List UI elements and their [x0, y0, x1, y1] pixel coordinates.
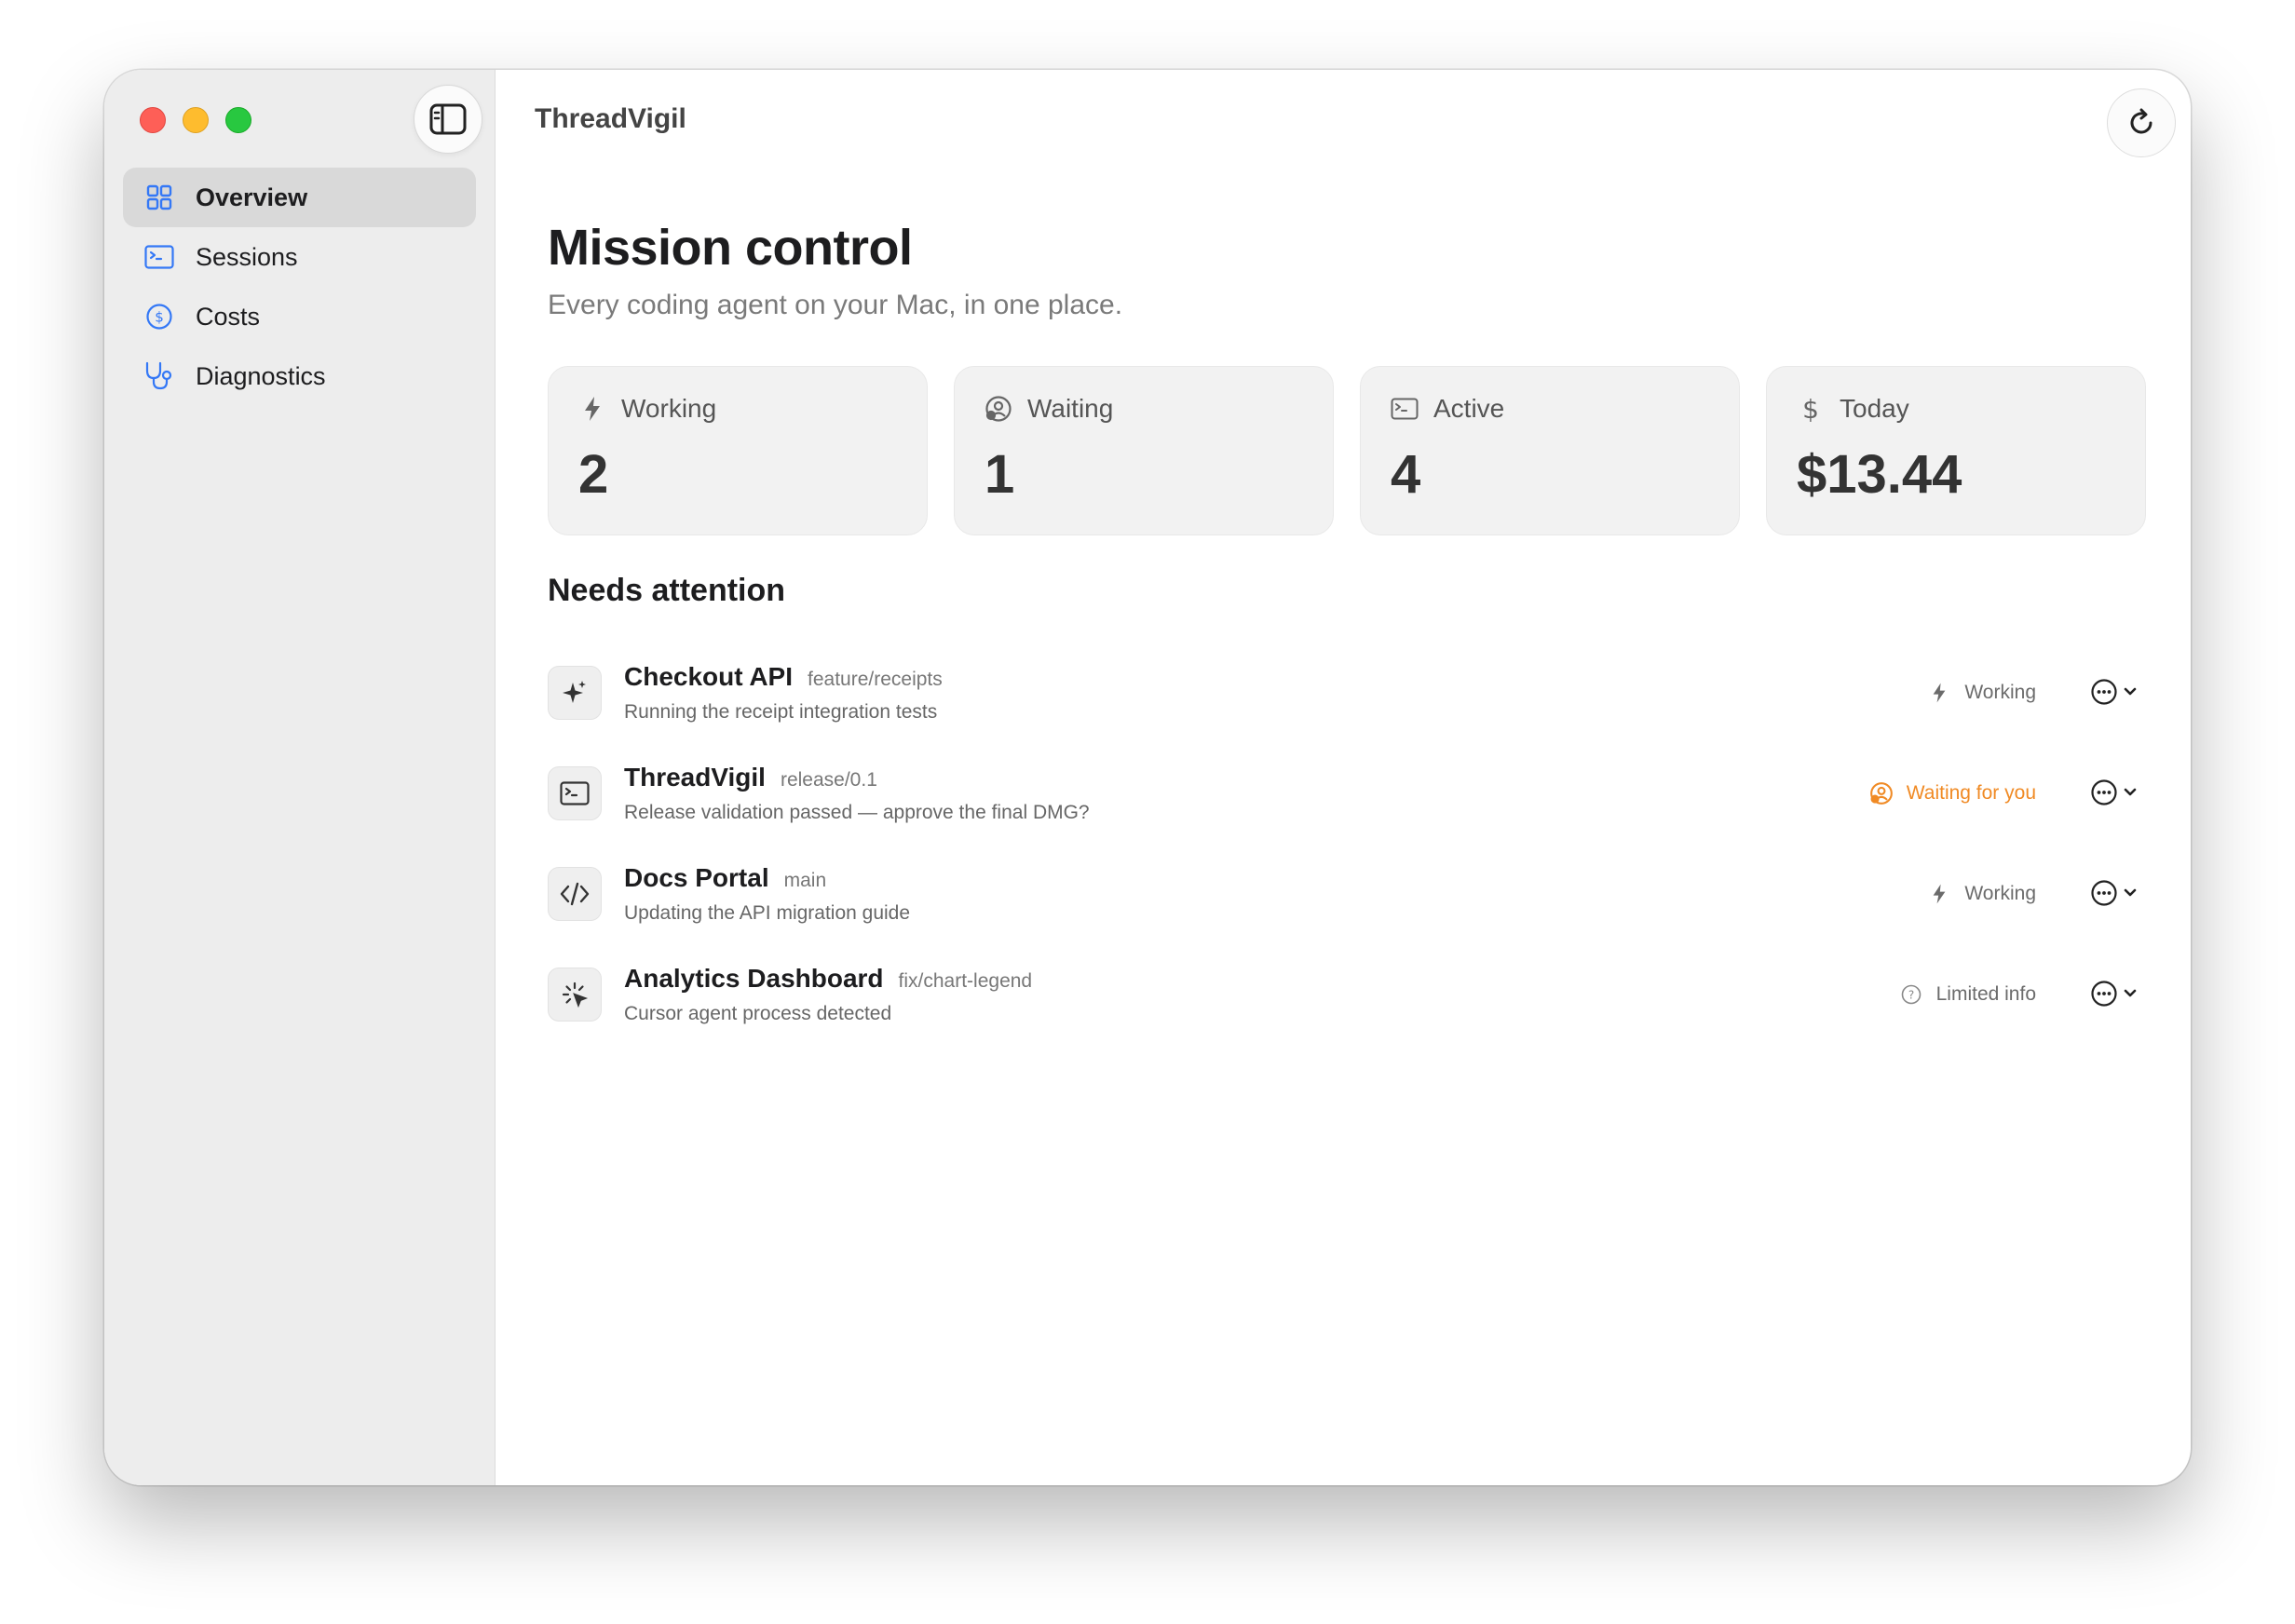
app-title: ThreadVigil: [535, 103, 686, 134]
section-title: Needs attention: [548, 573, 786, 608]
refresh-button[interactable]: [2107, 88, 2176, 157]
sparkle-icon: [548, 666, 602, 720]
chevron-down-icon: [2124, 888, 2137, 897]
more-actions-button[interactable]: [2090, 876, 2139, 910]
item-branch: release/0.1: [780, 769, 877, 791]
bolt-icon: [1927, 882, 1951, 906]
stat-value: 2: [578, 444, 609, 505]
status-label: Working: [1964, 883, 2036, 904]
list-item[interactable]: Checkout API feature/receipts Running th…: [548, 662, 2139, 763]
cursor-click-icon: [548, 968, 602, 1022]
item-name: ThreadVigil: [624, 763, 766, 792]
sidebar-item-costs[interactable]: $ Costs: [123, 287, 476, 346]
person-wait-icon: [1869, 781, 1894, 805]
status-badge: ? Limited info: [1899, 982, 2036, 1007]
dollar-circle-icon: $: [143, 301, 175, 332]
minimize-window-button[interactable]: [183, 107, 209, 133]
list-item[interactable]: Docs Portal main Updating the API migrat…: [548, 863, 2139, 964]
more-actions-button[interactable]: [2090, 977, 2139, 1010]
window-controls: [140, 107, 251, 133]
list-item[interactable]: ThreadVigil release/0.1 Release validati…: [548, 763, 2139, 863]
item-name: Docs Portal: [624, 863, 769, 892]
chevron-down-icon: [2124, 687, 2137, 696]
sidebar-item-label: Sessions: [196, 242, 298, 271]
status-label: Limited info: [1935, 983, 2036, 1005]
stat-label: Active: [1433, 394, 1505, 423]
dollar-icon: $: [1797, 395, 1825, 423]
stat-card-today: $ Today $13.44: [1766, 366, 2146, 535]
terminal-icon: [548, 766, 602, 820]
item-branch: feature/receipts: [808, 669, 943, 690]
status-badge: Working: [1927, 882, 2036, 906]
code-icon: [548, 867, 602, 921]
sidebar-item-label: Overview: [196, 183, 308, 211]
chevron-down-icon: [2124, 788, 2137, 796]
item-branch: main: [783, 870, 827, 891]
page-title: Mission control: [548, 220, 913, 276]
terminal-icon: [143, 241, 175, 273]
item-description: Running the receipt integration tests: [624, 701, 938, 723]
sidebar: Overview Sessions $ Costs Diagnostics: [104, 70, 496, 1485]
svg-text:$: $: [1802, 395, 1819, 423]
more-actions-button[interactable]: [2090, 776, 2139, 809]
sidebar-item-label: Diagnostics: [196, 361, 326, 390]
sidebar-icon: [429, 103, 467, 135]
stats-row: Working 2 Waiting 1 Active 4 $ Today $13…: [548, 366, 2146, 535]
sidebar-toggle-button[interactable]: [414, 85, 482, 154]
sidebar-item-sessions[interactable]: Sessions: [123, 227, 476, 287]
refresh-icon: [2130, 108, 2152, 134]
chevron-down-icon: [2124, 989, 2137, 997]
stat-card-working: Working 2: [548, 366, 928, 535]
status-label: Waiting for you: [1906, 782, 2036, 804]
status-label: Working: [1964, 682, 2036, 703]
stat-card-active: Active 4: [1360, 366, 1740, 535]
sidebar-nav: Overview Sessions $ Costs Diagnostics: [123, 168, 476, 406]
ellipsis-circle-icon: [2091, 880, 2117, 906]
stat-value: $13.44: [1797, 444, 1962, 505]
stat-label: Working: [621, 394, 717, 423]
question-circle-icon: ?: [1899, 982, 1923, 1007]
page-subtitle: Every coding agent on your Mac, in one p…: [548, 290, 1123, 320]
stat-label: Today: [1840, 394, 1909, 423]
status-badge: Working: [1927, 681, 2036, 705]
more-actions-button[interactable]: [2090, 675, 2139, 709]
sidebar-item-diagnostics[interactable]: Diagnostics: [123, 346, 476, 406]
item-description: Updating the API migration guide: [624, 902, 911, 924]
stethoscope-icon: [143, 360, 175, 392]
main-content: ThreadVigil Mission control Every coding…: [496, 70, 2191, 1485]
close-window-button[interactable]: [140, 107, 166, 133]
ellipsis-circle-icon: [2091, 779, 2117, 805]
svg-text:$: $: [155, 309, 164, 326]
bolt-icon: [578, 395, 606, 423]
sidebar-item-label: Costs: [196, 302, 261, 331]
ellipsis-circle-icon: [2091, 679, 2117, 705]
stat-value: 1: [985, 444, 1015, 505]
stat-card-waiting: Waiting 1: [954, 366, 1334, 535]
app-window: Overview Sessions $ Costs Diagnostics Th…: [104, 70, 2191, 1485]
item-branch: fix/chart-legend: [898, 970, 1033, 992]
stat-label: Waiting: [1027, 394, 1114, 423]
item-name: Analytics Dashboard: [624, 964, 884, 993]
svg-text:?: ?: [1908, 989, 1913, 1002]
status-badge: Waiting for you: [1869, 781, 2036, 805]
attention-list: Checkout API feature/receipts Running th…: [548, 662, 2139, 1064]
grid-icon: [143, 182, 175, 213]
zoom-window-button[interactable]: [225, 107, 251, 133]
bolt-icon: [1927, 681, 1951, 705]
person-wait-icon: [985, 395, 1012, 423]
sidebar-item-overview[interactable]: Overview: [123, 168, 476, 227]
stat-value: 4: [1391, 444, 1421, 505]
item-name: Checkout API: [624, 662, 793, 691]
terminal-icon: [1391, 395, 1419, 423]
list-item[interactable]: Analytics Dashboard fix/chart-legend Cur…: [548, 964, 2139, 1064]
ellipsis-circle-icon: [2091, 981, 2117, 1007]
